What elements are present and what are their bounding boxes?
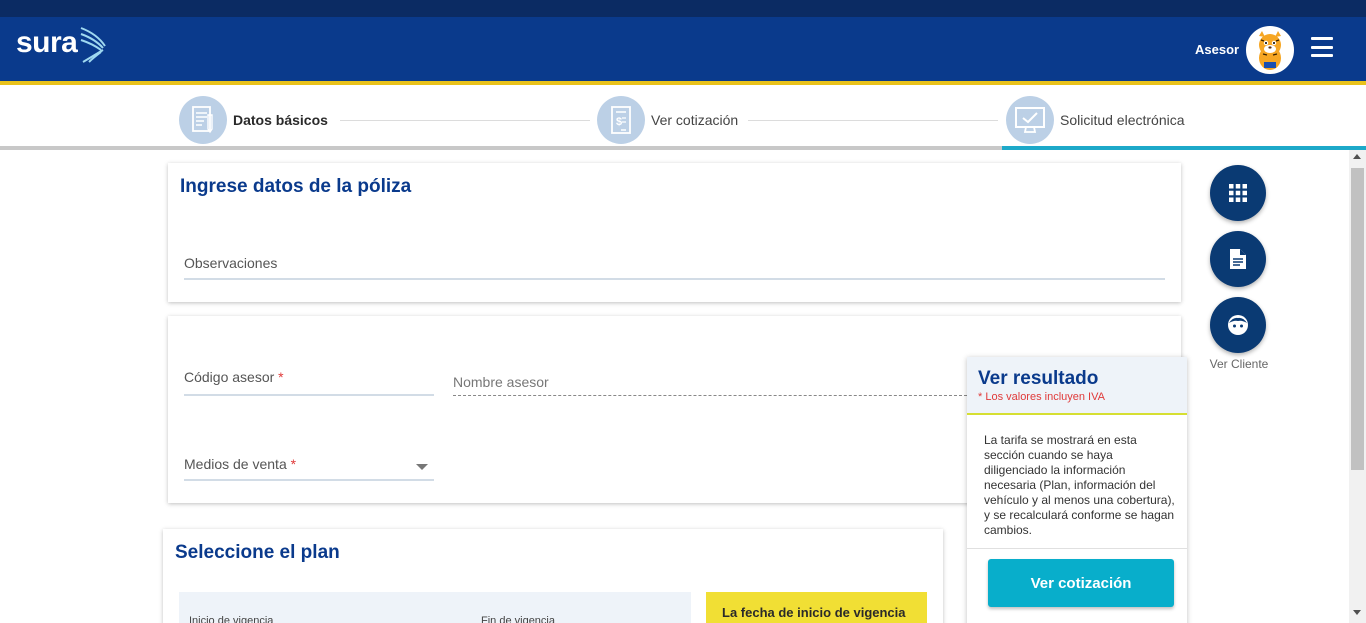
start-date-field[interactable]: Inicio de vigencia [189, 615, 273, 623]
observations-field[interactable]: Observaciones [184, 255, 277, 271]
policy-card-title: Ingrese datos de la póliza [180, 176, 412, 197]
validity-notice: La fecha de inicio de vigencia [706, 592, 927, 623]
sura-logo[interactable]: sura [16, 26, 107, 64]
step-label: Ver cotización [651, 112, 739, 128]
step-label: Solicitud electrónica [1060, 112, 1185, 128]
view-client-button[interactable] [1210, 297, 1266, 353]
end-date-field[interactable]: Fin de vigencia [481, 615, 555, 623]
tiger-mascot-icon [1248, 28, 1292, 72]
user-role-label: Asesor [1195, 42, 1240, 57]
scroll-down-arrow-icon[interactable] [1353, 610, 1361, 615]
stepper-track-active [1002, 146, 1366, 150]
step-label: Datos básicos [233, 112, 328, 128]
step-datos-basicos[interactable]: Datos básicos [179, 96, 328, 144]
result-panel: Ver resultado * Los valores incluyen IVA… [967, 357, 1187, 623]
result-title: Ver resultado [978, 368, 1099, 389]
computer-monitor-icon [1006, 96, 1054, 144]
advisor-code-field[interactable]: Código asesor * [184, 369, 284, 385]
result-panel-header: Ver resultado * Los valores incluyen IVA [967, 357, 1187, 415]
document-edit-icon [179, 96, 227, 144]
sales-channel-underline [184, 479, 434, 481]
apps-grid-icon [1229, 184, 1247, 202]
browser-top-strip [0, 0, 1366, 17]
advisor-code-underline [184, 394, 434, 396]
step-ver-cotizacion[interactable]: $ Ver cotización [597, 96, 738, 144]
document-icon [1230, 249, 1246, 269]
app-header [0, 17, 1366, 81]
vat-note: * Los valores incluyen IVA [978, 391, 1105, 403]
logo-text: sura [16, 26, 78, 59]
sales-channel-label: Medios de venta [184, 456, 287, 472]
apps-grid-button[interactable] [1210, 165, 1266, 221]
step-connector [340, 120, 590, 121]
hamburger-menu-icon[interactable] [1311, 37, 1333, 57]
face-icon [1228, 315, 1248, 335]
document-button[interactable] [1210, 231, 1266, 287]
stepper-track [0, 146, 1002, 150]
result-divider [967, 548, 1187, 549]
plan-card-title: Seleccione el plan [175, 542, 340, 563]
invoice-dollar-icon: $ [597, 96, 645, 144]
scrollbar-thumb[interactable] [1351, 168, 1364, 470]
view-quote-button[interactable]: Ver cotización [988, 559, 1174, 607]
sales-channel-select[interactable]: Medios de venta * [184, 456, 296, 472]
advisor-name-field: Nombre asesor [453, 374, 549, 390]
page-scrollbar[interactable] [1349, 150, 1366, 623]
view-client-caption: Ver Cliente [1209, 357, 1269, 371]
header-accent-line [0, 81, 1366, 85]
observations-underline [184, 278, 1165, 280]
scroll-up-arrow-icon[interactable] [1353, 154, 1361, 159]
logo-wing-icon [81, 27, 107, 63]
user-avatar[interactable] [1246, 26, 1294, 74]
svg-text:$: $ [616, 116, 622, 128]
advisor-name-underline [453, 395, 967, 396]
step-connector [748, 120, 998, 121]
result-description: La tarifa se mostrará en esta sección cu… [984, 433, 1175, 537]
chevron-down-icon[interactable] [416, 464, 428, 470]
required-marker: * [278, 369, 284, 385]
required-marker: * [290, 456, 297, 472]
step-solicitud-electronica[interactable]: Solicitud electrónica [1006, 96, 1185, 144]
advisor-code-label: Código asesor [184, 369, 275, 385]
validity-dates-box: Inicio de vigencia Fin de vigencia [179, 592, 691, 623]
